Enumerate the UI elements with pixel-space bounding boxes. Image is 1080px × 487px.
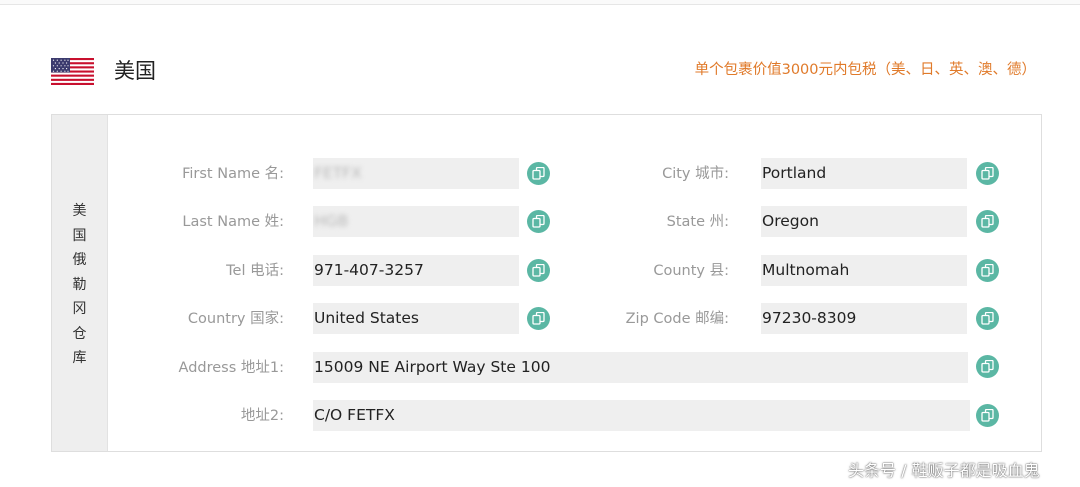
- copy-first-name-button[interactable]: [527, 162, 550, 185]
- copy-country-button[interactable]: [527, 307, 550, 330]
- tax-note: 单个包裹价值3000元内包税（美、日、英、澳、德）: [694, 62, 1036, 78]
- tel-label: Tel 电话:: [226, 263, 284, 279]
- copy-city-button[interactable]: [976, 162, 999, 185]
- copy-icon: [981, 360, 994, 373]
- city-label: City 城市:: [662, 166, 729, 182]
- copy-icon: [981, 312, 994, 325]
- top-divider: [0, 0, 1080, 5]
- copy-tel-button[interactable]: [527, 259, 550, 282]
- warehouse-label-panel: 美国俄勒冈仓库: [52, 115, 108, 451]
- state-label: State 州:: [666, 214, 729, 230]
- last-name-label: Last Name 姓:: [182, 214, 284, 230]
- city-field[interactable]: Portland: [761, 158, 967, 189]
- copy-icon: [981, 215, 994, 228]
- country-title: 美国: [114, 59, 156, 83]
- copy-county-button[interactable]: [976, 259, 999, 282]
- zip-label: Zip Code 邮编:: [625, 311, 729, 327]
- copy-icon: [532, 215, 545, 228]
- copy-last-name-button[interactable]: [527, 210, 550, 233]
- us-flag-icon: [51, 58, 94, 85]
- state-field[interactable]: Oregon: [761, 206, 967, 237]
- first-name-value: FETFX: [314, 164, 362, 182]
- county-field[interactable]: Multnomah: [761, 255, 967, 286]
- county-label: County 县:: [653, 263, 729, 279]
- copy-address1-button[interactable]: [976, 355, 999, 378]
- address1-field[interactable]: 15009 NE Airport Way Ste 100: [313, 352, 968, 383]
- address2-field[interactable]: C/O FETFX: [313, 400, 970, 431]
- tel-field[interactable]: 971-407-3257: [313, 255, 519, 286]
- watermark: 头条号 / 鞋贩子都是吸血鬼: [848, 461, 1040, 480]
- copy-zip-button[interactable]: [976, 307, 999, 330]
- copy-icon: [532, 264, 545, 277]
- last-name-field[interactable]: HGB: [313, 206, 519, 237]
- copy-address2-button[interactable]: [976, 404, 999, 427]
- copy-icon: [532, 312, 545, 325]
- warehouse-label: 美国俄勒冈仓库: [72, 203, 87, 366]
- copy-icon: [981, 264, 994, 277]
- country-field[interactable]: United States: [313, 303, 519, 334]
- country-label: Country 国家:: [187, 311, 284, 327]
- copy-state-button[interactable]: [976, 210, 999, 233]
- copy-icon: [981, 167, 994, 180]
- address1-label: Address 地址1:: [178, 360, 284, 376]
- copy-icon: [532, 167, 545, 180]
- first-name-field[interactable]: FETFX: [313, 158, 519, 189]
- first-name-label: First Name 名:: [182, 166, 284, 182]
- copy-icon: [981, 409, 994, 422]
- address2-label: 地址2:: [240, 408, 284, 424]
- last-name-value: HGB: [314, 212, 349, 230]
- zip-field[interactable]: 97230-8309: [761, 303, 967, 334]
